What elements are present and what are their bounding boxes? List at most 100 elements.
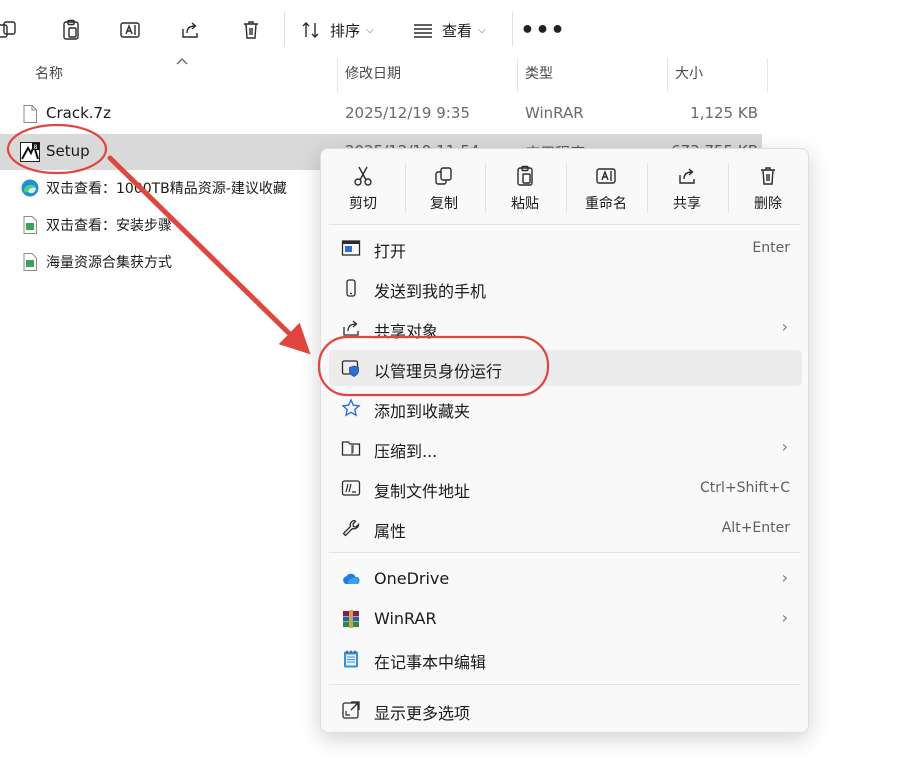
file-name: 双击查看：1000TB精品资源-建议收藏 [46, 181, 287, 197]
menu-item-run-as-admin[interactable]: 以管理员身份运行 [329, 350, 802, 386]
winrar-icon [343, 610, 359, 628]
rename-button[interactable]: 重命名 [566, 161, 646, 223]
rename-icon [596, 168, 616, 184]
document-icon [23, 253, 37, 271]
scissors-icon [354, 166, 372, 186]
shortcut-text: Enter [752, 240, 790, 256]
view-button[interactable]: 查看 ⌵ [412, 14, 496, 46]
sort-button[interactable]: 排序 ⌵ [300, 14, 384, 46]
file-name: Crack.7z [46, 104, 111, 122]
more-icon: ••• [520, 17, 566, 43]
share-icon [343, 320, 359, 336]
column-date[interactable]: 修改日期 [345, 58, 401, 92]
onedrive-cloud-icon [343, 573, 360, 584]
file-name: Setup [46, 142, 90, 160]
setup-app-icon: 8 [20, 142, 40, 162]
file-row[interactable]: Crack.7z 2025/12/19 9:35 WinRAR 1,125 KB [0, 96, 909, 132]
more-options-button[interactable]: ••• [520, 14, 564, 46]
rename-icon[interactable] [117, 14, 143, 46]
trash-icon [761, 167, 775, 185]
sort-label: 排序 [330, 21, 361, 40]
menu-item-open[interactable]: 打开 Enter [329, 230, 802, 266]
command-bar: 排序 ⌵ 查看 ⌵ ••• [0, 0, 909, 58]
delete-icon[interactable] [238, 14, 264, 46]
menu-item-compress-to[interactable]: 压缩到... › [329, 430, 802, 466]
chevron-right-icon: › [781, 437, 788, 456]
copy-button[interactable]: 复制 [404, 161, 484, 223]
copy-path-icon [341, 480, 361, 496]
column-divider[interactable] [337, 58, 338, 92]
menu-item-label: OneDrive [374, 569, 450, 588]
menu-item-label: 以管理员身份运行 [374, 362, 503, 381]
shortcut-text: Alt+Enter [721, 520, 790, 536]
share-icon[interactable] [177, 14, 203, 46]
menu-item-properties[interactable]: 属性 Alt+Enter [329, 510, 802, 546]
context-menu: 剪切 复制 粘贴 重命名 共享 删除 打开 Enter 发送到我的手机 共享对象… [320, 148, 809, 733]
sort-icon [302, 22, 319, 38]
menu-item-label: 发送到我的手机 [374, 282, 487, 301]
toolbar-divider [512, 12, 513, 46]
menu-divider [329, 224, 800, 225]
paste-button[interactable]: 粘贴 [485, 161, 565, 223]
column-divider[interactable] [767, 58, 768, 92]
share-label: 共享 [673, 196, 701, 212]
menu-item-send-to-phone[interactable]: 发送到我的手机 [329, 270, 802, 306]
paste-icon [517, 165, 533, 186]
wrench-icon [342, 519, 360, 537]
menu-item-winrar[interactable]: WinRAR › [329, 601, 802, 637]
copy-icon [435, 167, 452, 185]
chevron-right-icon: › [781, 317, 788, 336]
edge-link-icon [21, 179, 39, 197]
file-name: 海量资源合集获方式 [46, 255, 172, 271]
chevron-right-icon: › [781, 568, 788, 587]
menu-item-share-with[interactable]: 共享对象 › [329, 310, 802, 346]
menu-item-copy-path[interactable]: 复制文件地址 Ctrl+Shift+C [329, 470, 802, 506]
view-label: 查看 [442, 21, 473, 40]
file-date: 2025/12/19 9:35 [345, 104, 470, 122]
shortcut-text: Ctrl+Shift+C [700, 480, 790, 496]
menu-item-label: 属性 [374, 522, 407, 541]
column-divider[interactable] [517, 58, 518, 92]
cut-label: 剪切 [349, 196, 377, 212]
document-icon [23, 216, 37, 234]
copy-label: 复制 [430, 196, 458, 212]
column-divider[interactable] [667, 58, 668, 92]
menu-divider [329, 552, 800, 553]
copy-path-icon[interactable] [0, 14, 22, 46]
file-name: 双击查看：安装步骤 [46, 218, 172, 234]
zip-folder-icon [341, 441, 361, 456]
menu-item-edit-in-notepad[interactable]: 在记事本中编辑 [329, 641, 802, 677]
delete-button[interactable]: 删除 [728, 161, 808, 223]
svg-text:8: 8 [34, 144, 38, 151]
chevron-right-icon: › [781, 608, 788, 627]
sort-ascending-icon [176, 58, 188, 65]
menu-item-label: 共享对象 [374, 322, 439, 341]
file-icon [23, 105, 37, 123]
menu-divider [329, 684, 800, 685]
view-icon [414, 24, 432, 38]
menu-item-show-more-options[interactable]: 显示更多选项 [329, 692, 802, 728]
show-more-icon [342, 701, 360, 719]
column-size[interactable]: 大小 [675, 58, 703, 92]
column-name[interactable]: 名称 [35, 58, 63, 92]
share-button[interactable]: 共享 [647, 161, 727, 223]
menu-item-onedrive[interactable]: OneDrive › [329, 561, 802, 597]
menu-item-label: WinRAR [374, 609, 437, 628]
file-size: 1,125 KB [690, 104, 758, 122]
admin-shield-icon [341, 360, 359, 377]
menu-item-label: 在记事本中编辑 [374, 653, 487, 672]
window-open-icon [341, 240, 361, 256]
cut-button[interactable]: 剪切 [323, 161, 403, 223]
share-icon [679, 168, 695, 184]
menu-item-label: 添加到收藏夹 [374, 402, 471, 421]
paste-icon[interactable] [58, 14, 84, 46]
column-type[interactable]: 类型 [525, 58, 553, 92]
chevron-down-icon: ⌵ [478, 24, 486, 36]
menu-item-label: 显示更多选项 [374, 704, 471, 723]
column-header: 名称 修改日期 类型 大小 [0, 58, 909, 92]
rename-label: 重命名 [585, 196, 627, 212]
menu-item-label: 打开 [374, 242, 407, 261]
menu-item-label: 压缩到... [374, 442, 438, 461]
menu-item-add-to-favorites[interactable]: 添加到收藏夹 [329, 390, 802, 426]
phone-icon [346, 279, 356, 297]
